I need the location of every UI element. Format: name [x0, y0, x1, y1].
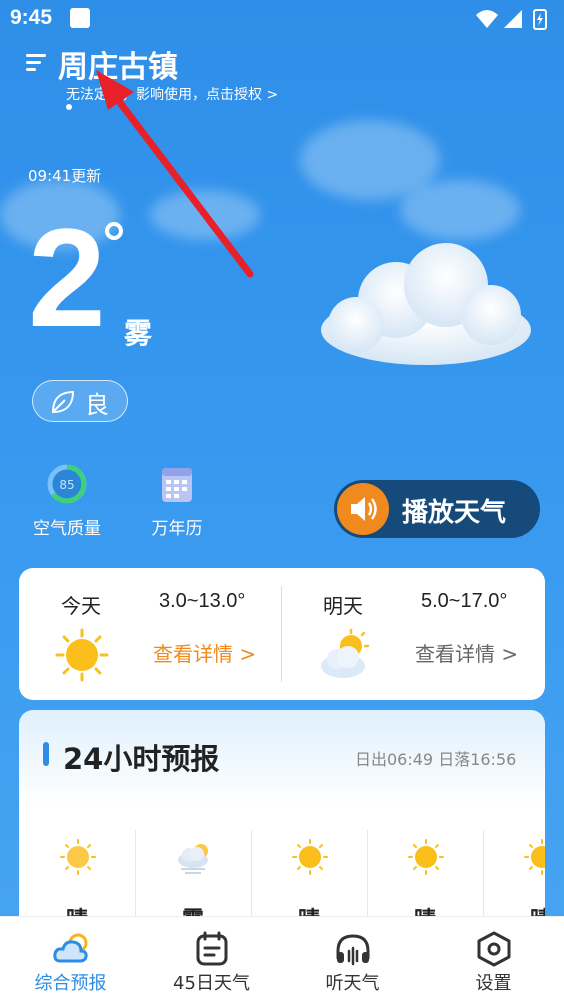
section-accent-bar [43, 742, 49, 766]
air-quality-gauge-icon: 85 [47, 464, 87, 504]
tab-listen-weather[interactable]: 听天气 [282, 917, 423, 1004]
today-detail-link[interactable]: 查看详情 > [153, 638, 256, 667]
tab-label: 45日天气 [173, 973, 250, 994]
current-temperature: 2 [28, 199, 106, 356]
sun-icon [60, 839, 96, 875]
settings-icon [477, 931, 511, 967]
daily-forecast-card: 今天 3.0~13.0° 查看详情 > 明天 5.0~17.0° 查看详情 > [19, 568, 545, 700]
air-quality-tool[interactable]: 85 空气质量 [22, 462, 112, 539]
calendar-tool[interactable]: 万年历 [132, 462, 222, 539]
temperature-range: 5.0~17.0° [421, 590, 508, 612]
air-quality-label: 空气质量 [33, 519, 101, 539]
headphones-icon [336, 934, 370, 966]
hourly-forecast-card: 24小时预报 日出06:49 日落16:56 晴 雾 晴 [19, 710, 545, 920]
hour-item[interactable]: 晴 [483, 830, 545, 920]
hour-item[interactable]: 晴 [251, 830, 367, 920]
sun-icon [408, 839, 444, 875]
aqi-label: 良 [85, 391, 109, 419]
status-bar: 9:45 [0, 0, 564, 38]
play-weather-label: 播放天气 [402, 498, 507, 528]
hour-item[interactable]: 晴 [19, 830, 135, 920]
aqi-badge[interactable]: 良 [32, 380, 128, 422]
tab-label: 听天气 [325, 973, 380, 994]
sun-icon [292, 839, 328, 875]
tomorrow-forecast[interactable]: 明天 5.0~17.0° 查看详情 > [281, 568, 543, 700]
play-weather-button[interactable]: 播放天气 [334, 480, 540, 538]
signal-icon [504, 10, 522, 28]
sun-cloud-icon [321, 628, 370, 678]
wifi-icon [476, 10, 498, 28]
tomorrow-detail-link[interactable]: 查看详情 > [415, 638, 518, 667]
sky-cloud-decoration [400, 180, 520, 240]
location-permission-link[interactable]: 无法定位，影响使用，点击授权 > [66, 84, 278, 104]
tab-forecast[interactable]: 综合预报 [0, 917, 141, 1004]
cloud-icon [53, 933, 88, 963]
today-forecast[interactable]: 今天 3.0~13.0° 查看详情 > [19, 568, 281, 700]
day-name: 明天 [323, 594, 363, 618]
fog-icon [178, 844, 208, 874]
leaf-icon [51, 390, 75, 414]
notification-icon [70, 8, 90, 28]
update-time: 09:41更新 [28, 167, 102, 185]
sunrise-sunset: 日出06:49 日落16:56 [355, 750, 517, 769]
calendar-icon [162, 468, 192, 502]
cloud-illustration [321, 243, 531, 365]
hour-item[interactable]: 晴 [367, 830, 483, 920]
degree-symbol [105, 222, 123, 240]
tab-label: 综合预报 [34, 973, 107, 994]
day-name: 今天 [61, 594, 101, 618]
calendar-label: 万年历 [151, 519, 203, 539]
current-condition: 雾 [124, 317, 153, 350]
tab-settings[interactable]: 设置 [423, 917, 564, 1004]
status-time: 9:45 [10, 6, 53, 29]
menu-icon[interactable] [24, 50, 48, 74]
temperature-range: 3.0~13.0° [159, 590, 246, 612]
hour-item[interactable]: 雾 [135, 830, 251, 920]
page-indicator-dot [66, 104, 72, 110]
hourly-title: 24小时预报 [63, 742, 220, 776]
status-icons [476, 9, 547, 30]
speaker-icon [337, 483, 389, 535]
sky-cloud-decoration [150, 190, 260, 240]
sun-icon [55, 628, 109, 682]
air-quality-value: 85 [59, 478, 74, 492]
tab-label: 设置 [475, 973, 512, 994]
calendar-icon [196, 931, 228, 966]
sun-icon [524, 839, 545, 875]
bottom-tab-bar: 综合预报 45日天气 听天气 设置 [0, 916, 564, 1004]
tab-45-day[interactable]: 45日天气 [141, 917, 282, 1004]
city-name[interactable]: 周庄古镇 [58, 42, 178, 86]
